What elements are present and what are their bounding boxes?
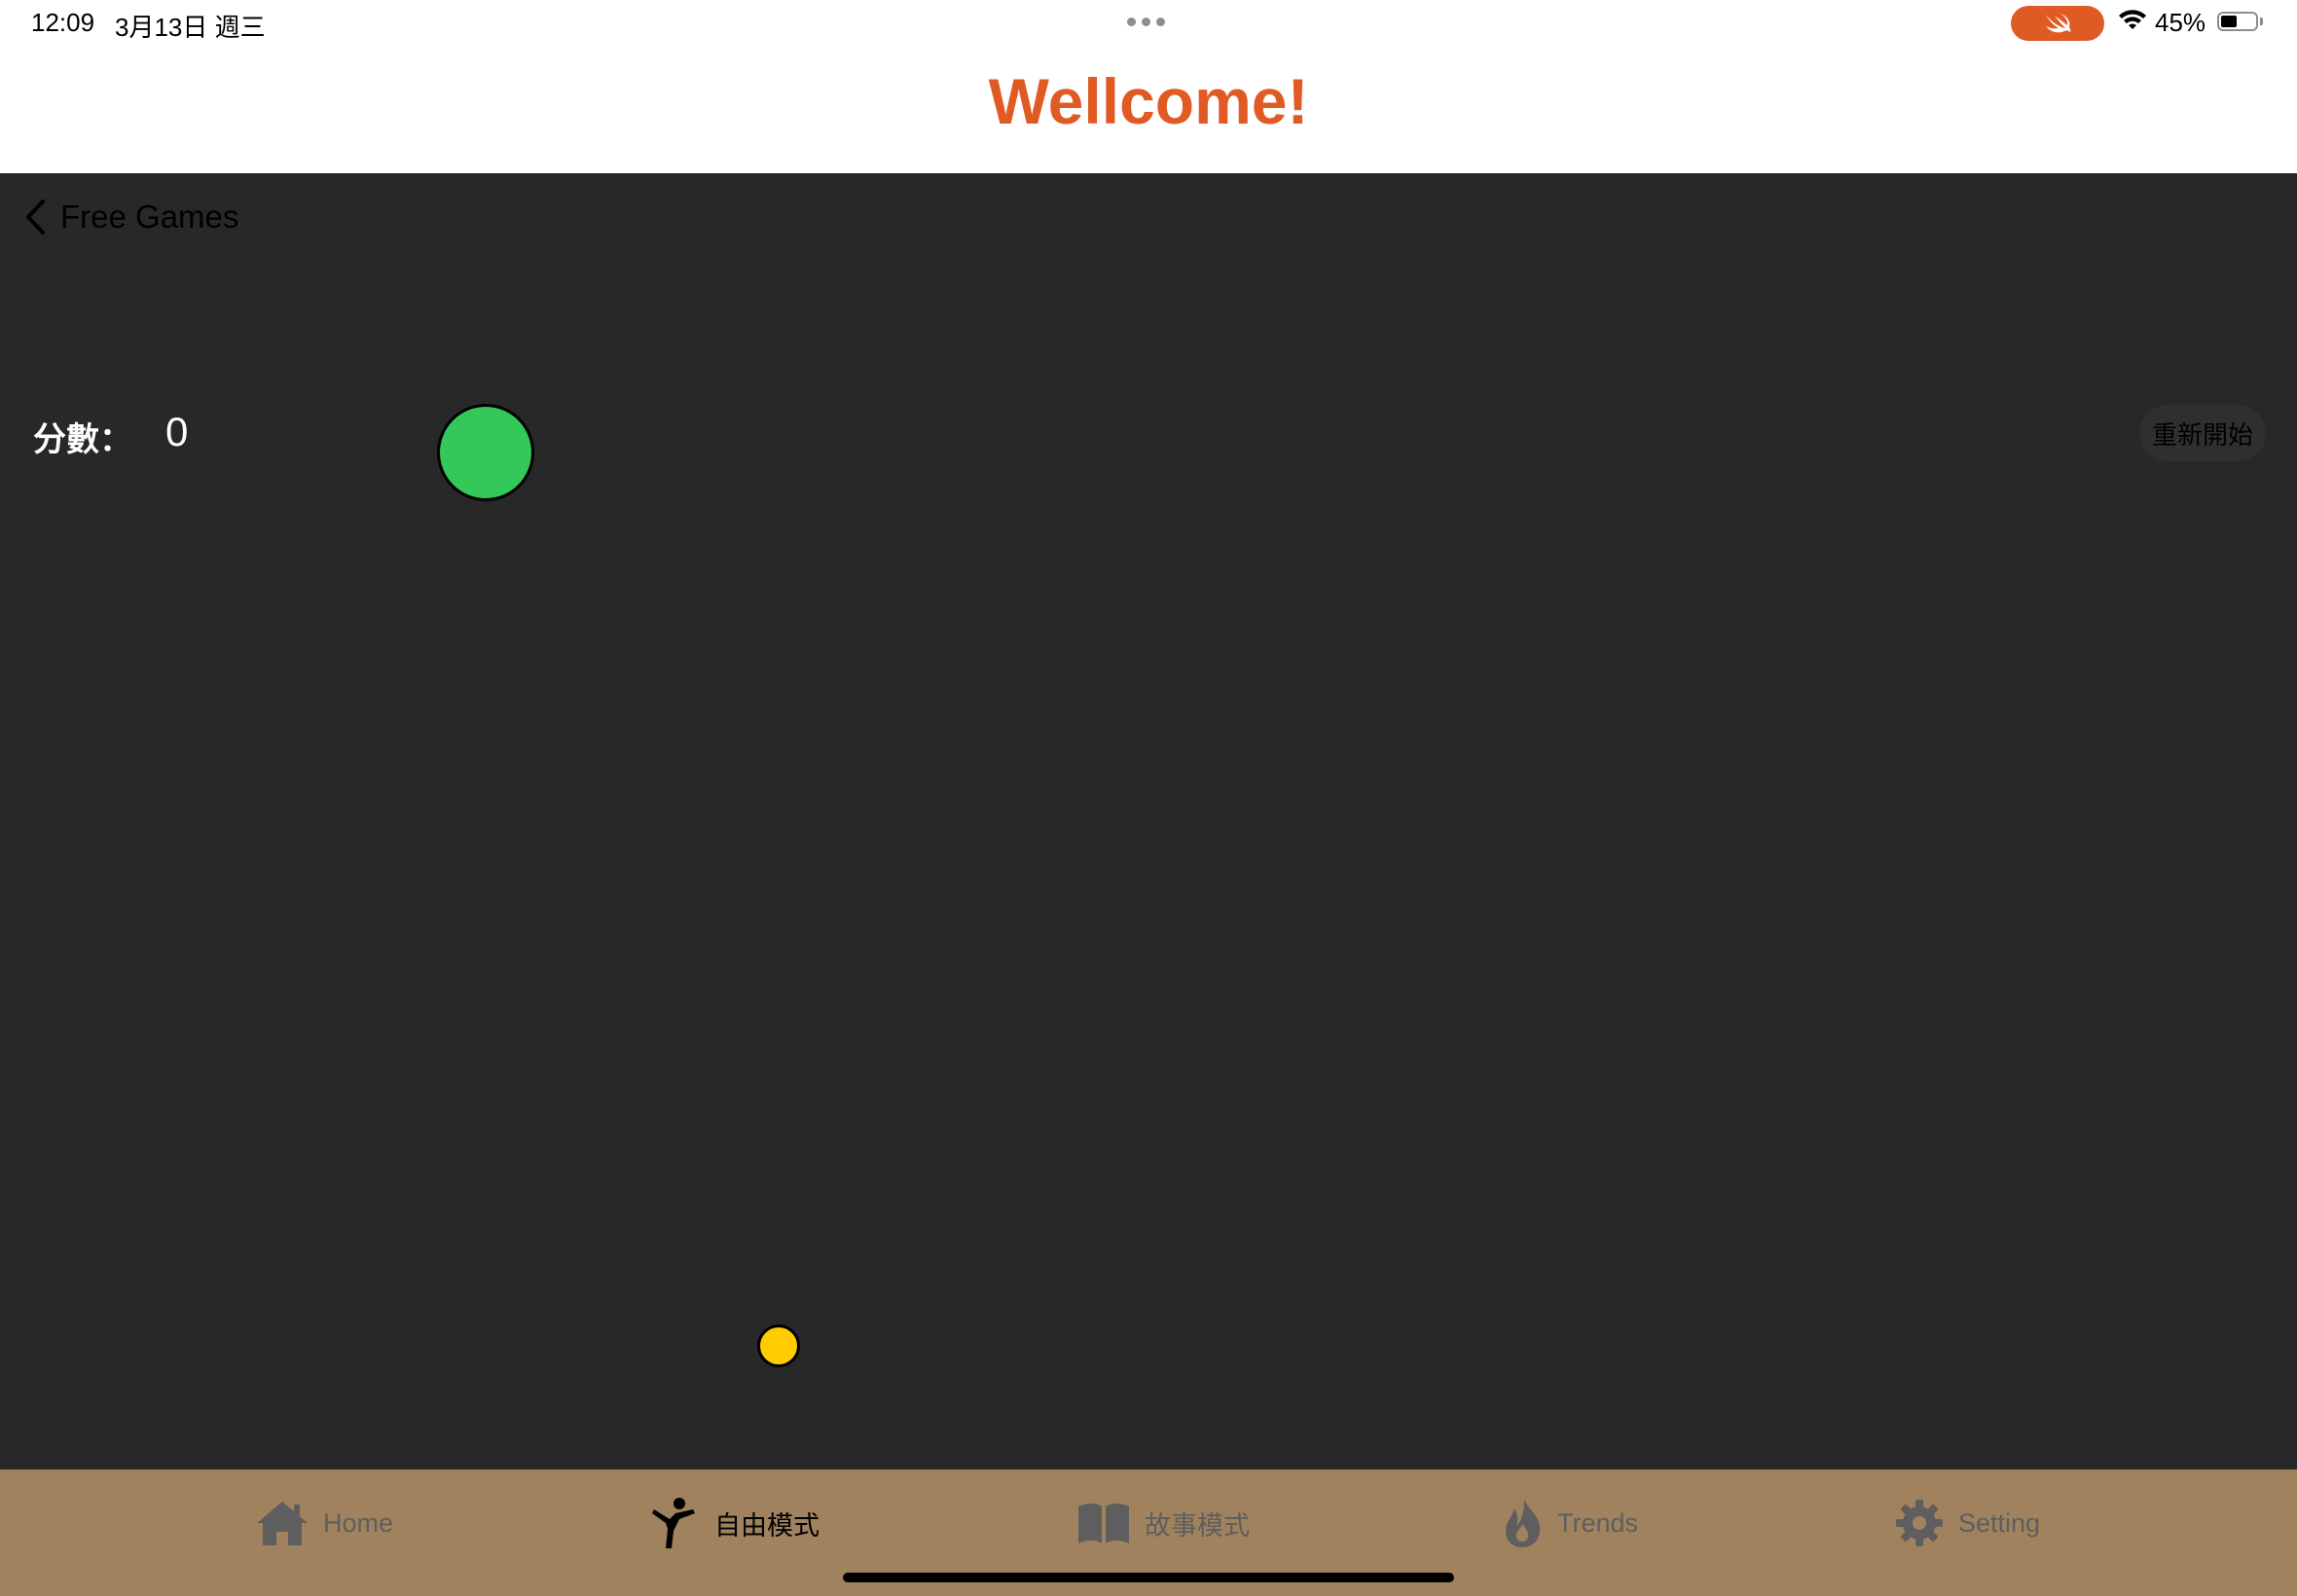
swift-playgrounds-indicator (2011, 6, 2104, 41)
restart-button[interactable]: 重新開始 (2139, 405, 2266, 461)
tab-free-mode[interactable]: 自由模式 (650, 1469, 820, 1577)
book-icon (1078, 1504, 1129, 1543)
back-button[interactable]: Free Games (23, 199, 238, 236)
house-icon (257, 1502, 308, 1545)
tab-label: Home (323, 1507, 394, 1538)
tab-label: Setting (1958, 1507, 2041, 1538)
kick-figure-icon (652, 1498, 695, 1548)
tab-home[interactable]: Home (255, 1469, 393, 1577)
tab-trends[interactable]: Trends (1503, 1469, 1638, 1577)
score-value: 0 (165, 409, 189, 454)
top-bar: 12:09 3月13日 週三 45% Wellcome! (0, 0, 2297, 173)
battery-icon (2217, 12, 2258, 31)
gear-icon (1896, 1500, 1943, 1546)
score-label: 分數： (33, 421, 132, 458)
chevron-left-icon (26, 200, 45, 235)
battery-percentage: 45% (2155, 8, 2206, 37)
page-title: Wellcome! (988, 65, 1309, 137)
target-ball (757, 1324, 800, 1367)
status-date: 3月13日 週三 (115, 13, 266, 42)
multitasking-dots[interactable] (1127, 18, 1165, 26)
home-indicator[interactable] (843, 1573, 1454, 1582)
tab-setting[interactable]: Setting (1894, 1469, 2040, 1577)
back-button-label: Free Games (60, 199, 239, 235)
tab-story-mode[interactable]: 故事模式 (1076, 1469, 1250, 1577)
tab-label: Trends (1557, 1507, 1639, 1538)
player-ball[interactable] (437, 404, 534, 501)
status-time: 12:09 (31, 8, 95, 37)
tab-label: 故事模式 (1145, 1510, 1250, 1541)
tab-label: 自由模式 (714, 1510, 820, 1541)
swift-icon (2046, 14, 2071, 33)
flame-icon (1506, 1499, 1541, 1547)
wifi-icon (2119, 10, 2146, 29)
